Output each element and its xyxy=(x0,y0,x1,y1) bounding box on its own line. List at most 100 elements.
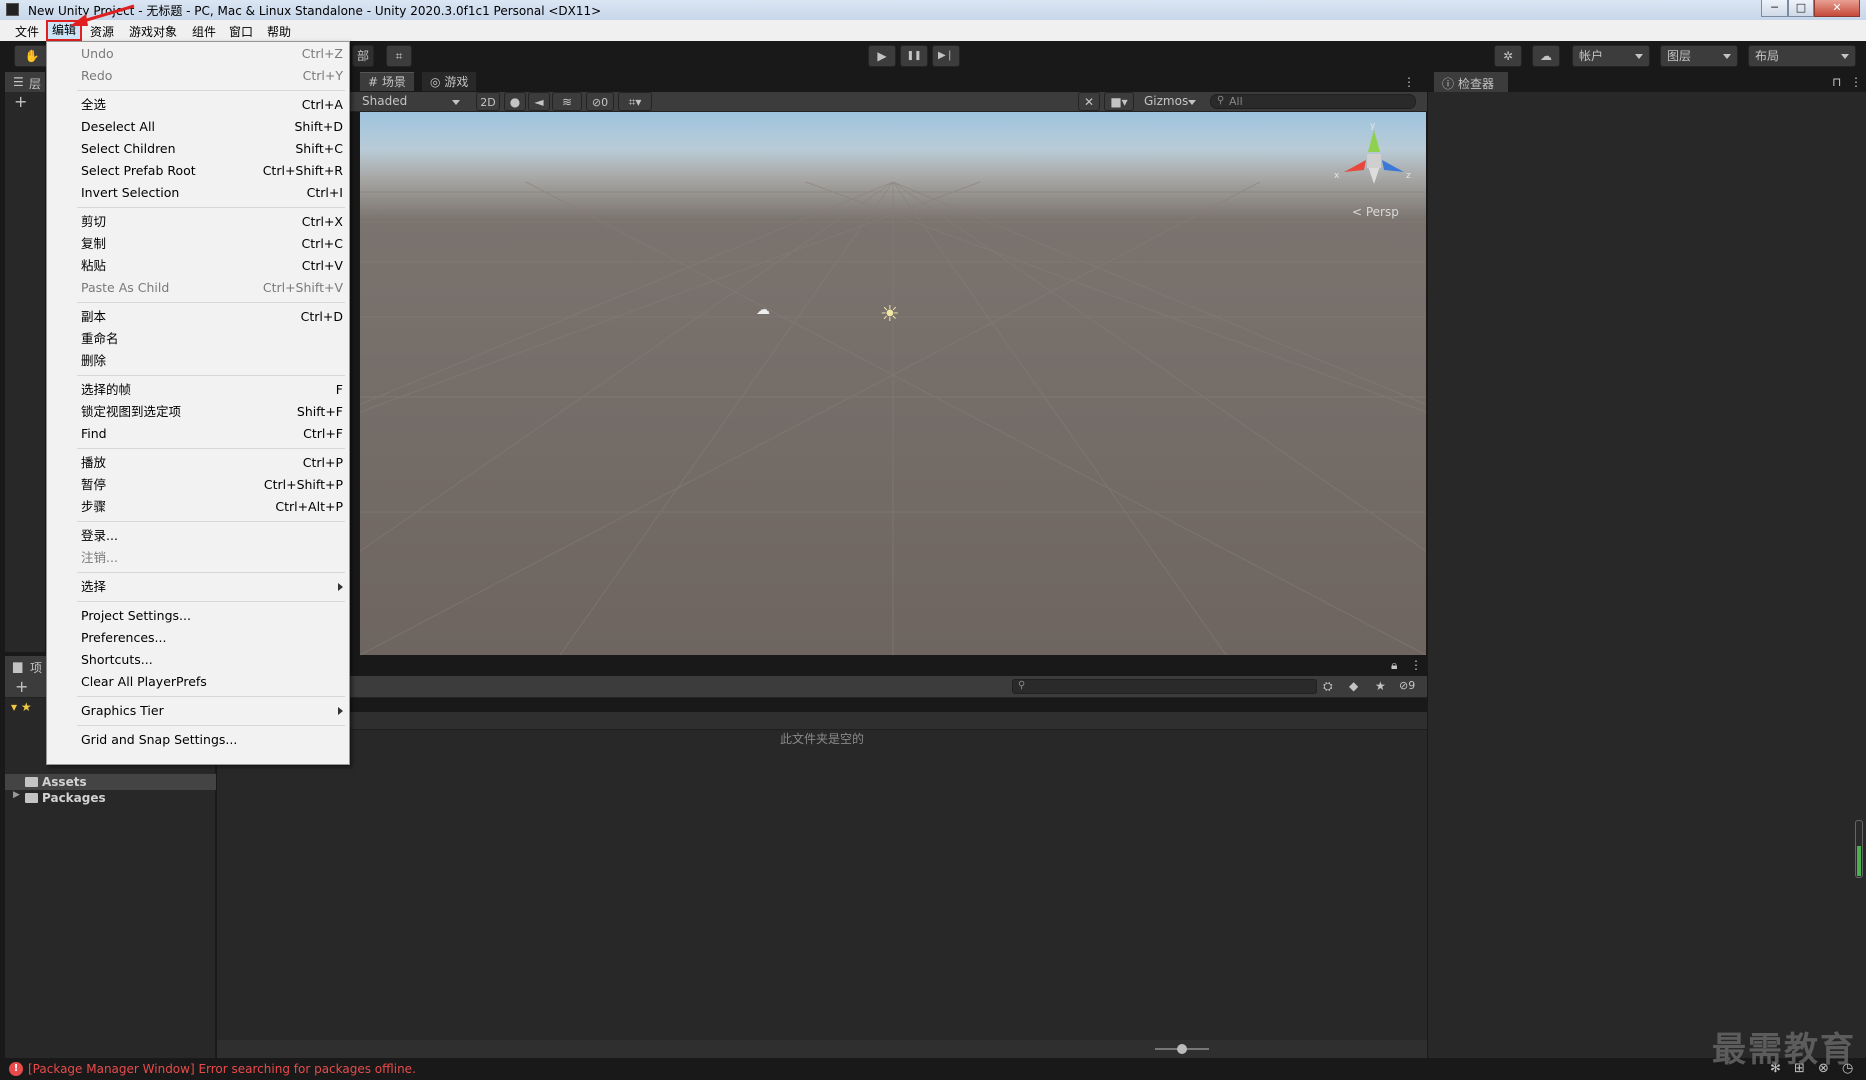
scene-search-input[interactable]: ⚲ All xyxy=(1210,94,1416,109)
pause-button[interactable]: ❚❚ xyxy=(900,45,928,67)
menu-item-shortcuts[interactable]: Shortcuts... xyxy=(81,650,343,670)
persp-label[interactable]: < Persp xyxy=(1352,205,1399,219)
project-add-button[interactable]: + xyxy=(15,677,28,696)
more-options-icon[interactable]: ⋮ xyxy=(1403,75,1415,89)
play-button[interactable]: ▶ xyxy=(868,45,896,67)
menu-item-paste-as-child[interactable]: Paste As Child Ctrl+Shift+V xyxy=(81,278,343,298)
menu-item-undo[interactable]: Undo Ctrl+Z xyxy=(81,44,343,64)
scene-grid-lines xyxy=(360,181,1426,655)
menu-item-pause[interactable]: 暂停 Ctrl+Shift+P xyxy=(81,475,343,495)
tree-item-assets[interactable]: Assets xyxy=(5,774,216,790)
menu-item-clear-playerprefs[interactable]: Clear All PlayerPrefs xyxy=(81,672,343,692)
menu-item-paste[interactable]: 粘贴 Ctrl+V xyxy=(81,256,343,276)
menu-item-frame-selected[interactable]: 选择的帧 F xyxy=(81,380,343,400)
lock-icon[interactable]: 🔒︎ xyxy=(1391,658,1397,673)
toggle-2d-button[interactable]: 2D xyxy=(476,92,500,111)
close-button[interactable]: ✕ xyxy=(1814,0,1860,17)
more-options-icon[interactable]: ⋮ xyxy=(1850,75,1862,89)
menu-item-graphics-tier[interactable]: Graphics Tier xyxy=(81,701,343,721)
menu-item-label: 暂停 xyxy=(81,477,107,492)
hand-tool-button[interactable]: ✋ xyxy=(14,45,50,67)
hierarchy-add-button[interactable]: + xyxy=(14,92,27,111)
hidden-objects-toggle[interactable]: ⊘0 xyxy=(586,92,614,111)
hidden-packages-count[interactable]: ⊘9 xyxy=(1399,679,1415,692)
tab-scene[interactable]: # 场景 xyxy=(360,72,414,91)
menu-file[interactable]: 文件 xyxy=(15,23,39,40)
project-tab[interactable]: ▆ 项 xyxy=(5,656,47,676)
menu-item-find[interactable]: Find Ctrl+F xyxy=(81,424,343,444)
menu-item-step[interactable]: 步骤 Ctrl+Alt+P xyxy=(81,497,343,517)
search-icon: ⚲ xyxy=(1217,95,1225,106)
pause-icon: ❚❚ xyxy=(906,51,922,61)
menu-item-shortcut: Ctrl+X xyxy=(301,214,343,229)
cloud-button[interactable]: ☁ xyxy=(1532,45,1560,67)
tools-toggle[interactable]: ✕ xyxy=(1078,92,1100,111)
project-content-area[interactable] xyxy=(217,712,1427,1058)
menu-item-duplicate[interactable]: 副本 Ctrl+D xyxy=(81,307,343,327)
menu-item-play[interactable]: 播放 Ctrl+P xyxy=(81,453,343,473)
menu-item-delete[interactable]: 删除 xyxy=(81,351,343,371)
lock-icon[interactable]: ⊓ xyxy=(1832,75,1841,89)
menu-item-select-children[interactable]: Select Children Shift+C xyxy=(81,139,343,159)
audio-toggle[interactable]: ◄ xyxy=(528,92,550,111)
menu-item-invert-selection[interactable]: Invert Selection Ctrl+I xyxy=(81,183,343,203)
tree-item-packages[interactable]: ▶ Packages xyxy=(5,790,216,806)
maximize-button[interactable]: □ xyxy=(1788,0,1814,17)
label-tag-icon[interactable]: ◆ xyxy=(1349,679,1358,693)
effects-dropdown[interactable]: ≋ xyxy=(552,92,582,111)
favorites-star-icon[interactable]: ▾ ★ xyxy=(11,700,32,714)
directional-light-icon[interactable]: ☀ xyxy=(880,302,900,327)
hierarchy-tab[interactable]: ☰ 层 xyxy=(5,72,45,92)
layers-dropdown[interactable]: 图层 xyxy=(1660,45,1738,67)
menu-item-preferences[interactable]: Preferences... xyxy=(81,628,343,648)
hierarchy-tab-label: 层 xyxy=(29,77,42,91)
camera-dropdown[interactable]: ■▾ xyxy=(1104,92,1134,111)
orientation-gizmo-icon[interactable]: y x z xyxy=(1334,122,1414,202)
menu-item-cut[interactable]: 剪切 Ctrl+X xyxy=(81,212,343,232)
menu-item-project-settings[interactable]: Project Settings... xyxy=(81,606,343,626)
minimize-button[interactable]: ─ xyxy=(1761,0,1788,17)
project-search-input[interactable]: ⚲ xyxy=(1012,679,1317,694)
menu-item-lock-view[interactable]: 锁定视图到选定项 Shift+F xyxy=(81,402,343,422)
expand-arrow-icon[interactable]: ▶ xyxy=(13,790,20,800)
layout-dropdown[interactable]: 布局 xyxy=(1748,45,1856,67)
info-icon: ⓘ xyxy=(1442,77,1455,91)
menu-item-redo[interactable]: Redo Ctrl+Y xyxy=(81,66,343,86)
menu-help[interactable]: 帮助 xyxy=(267,23,291,40)
account-dropdown[interactable]: 帐户 xyxy=(1572,45,1650,67)
status-bar[interactable]: ! [Package Manager Window] Error searchi… xyxy=(0,1058,1866,1080)
folder-icon: ▆ xyxy=(13,659,23,673)
favorite-star-icon[interactable]: ★ xyxy=(1375,679,1386,693)
status-message[interactable]: [Package Manager Window] Error searching… xyxy=(28,1062,416,1076)
gizmos-dropdown[interactable]: Gizmos xyxy=(1138,92,1202,111)
menu-item-rename[interactable]: 重命名 xyxy=(81,329,343,349)
menu-item-sign-out[interactable]: 注销... xyxy=(81,548,343,568)
menu-component[interactable]: 组件 xyxy=(192,23,216,40)
icon-size-slider-thumb[interactable] xyxy=(1177,1044,1187,1054)
scene-viewport[interactable]: ☁ ☀ y x z xyxy=(360,112,1426,655)
grid-dropdown[interactable]: ⌗▾ xyxy=(618,92,652,111)
collab-button[interactable]: ✲ xyxy=(1494,45,1522,67)
more-options-icon[interactable]: ⋮ xyxy=(1410,658,1422,672)
menu-item-deselect-all[interactable]: Deselect All Shift+D xyxy=(81,117,343,137)
tab-game[interactable]: ◎ 游戏 xyxy=(422,72,477,91)
menu-item-select-all[interactable]: 全选 Ctrl+A xyxy=(81,95,343,115)
menu-item-select-prefab-root[interactable]: Select Prefab Root Ctrl+Shift+R xyxy=(81,161,343,181)
shading-mode-dropdown[interactable]: Shaded xyxy=(356,92,466,111)
menu-item-sign-in[interactable]: 登录... xyxy=(81,526,343,546)
menu-item-selection-submenu[interactable]: 选择 xyxy=(81,577,343,597)
tab-inspector[interactable]: ⓘ 检查器 xyxy=(1434,72,1508,92)
audio-source-icon[interactable]: ☁ xyxy=(756,302,770,318)
menu-edit[interactable]: 编辑 xyxy=(46,20,83,41)
snap-button[interactable]: ⌗ xyxy=(386,45,412,67)
menu-window[interactable]: 窗口 xyxy=(229,23,253,40)
menu-assets[interactable]: 资源 xyxy=(90,23,114,40)
filter-type-icon[interactable]: ⛭ xyxy=(1323,679,1333,694)
menu-item-copy[interactable]: 复制 Ctrl+C xyxy=(81,234,343,254)
step-button[interactable]: ▶❘ xyxy=(932,45,960,67)
window-titlebar: New Unity Project - 无标题 - PC, Mac & Linu… xyxy=(0,0,1866,20)
tab-game-label: 游戏 xyxy=(444,75,469,89)
menu-item-grid-snap-settings[interactable]: Grid and Snap Settings... xyxy=(81,730,343,750)
lighting-toggle[interactable]: ● xyxy=(504,92,526,111)
menu-gameobject[interactable]: 游戏对象 xyxy=(129,23,177,40)
